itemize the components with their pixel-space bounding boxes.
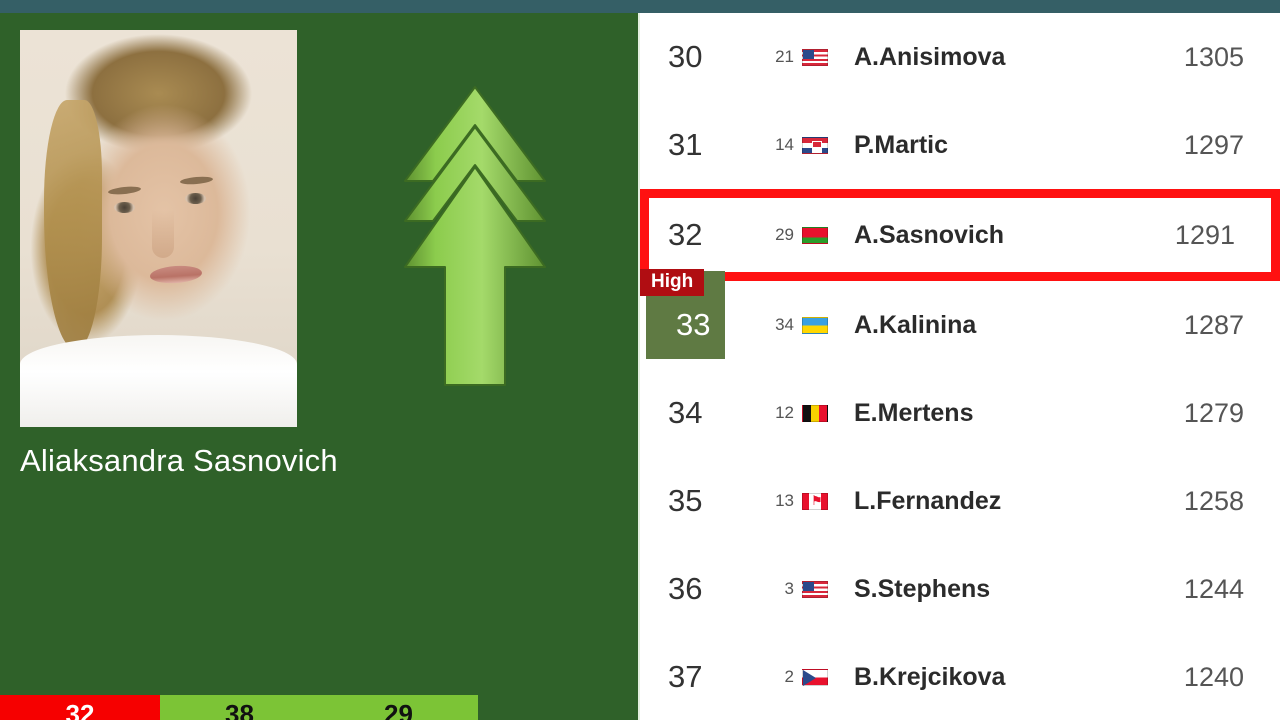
stat-current-rank: 32 [0,695,160,720]
row-player-name[interactable]: B.Krejcikova [850,663,1124,692]
row-secondary-number: 29 [775,225,794,244]
row-rank: 36 [668,571,703,606]
flag-belgium-icon [802,404,828,422]
table-row[interactable]: 32 29 A.Sasnovich 1291 [640,189,1280,281]
flag-croatia-icon [802,136,828,154]
row-rank: 31 [668,127,703,162]
row-rank: 30 [668,39,703,74]
photo-brow-left [107,185,142,196]
status-badge: High [640,269,705,296]
flag-canada-icon [802,492,828,510]
flag-czechia-icon [802,668,828,686]
row-flag-cell [802,226,850,244]
row-flag-cell [802,48,850,66]
row-points: 1305 [1183,41,1244,72]
table-row[interactable]: 37 2 B.Krejcikova 1240 [640,633,1280,720]
row-rank: 34 [668,395,703,430]
row-points: 1291 [1174,219,1235,250]
row-flag-cell [802,668,850,686]
row-player-name[interactable]: S.Stephens [850,575,1124,604]
player-panel: Aliaksandra Sasnovich 32 38 29 [0,13,638,720]
row-player-name[interactable]: A.Anisimova [850,43,1124,72]
row-flag-cell [802,580,850,598]
row-points: 1279 [1183,397,1244,428]
row-points: 1297 [1183,129,1244,160]
row-rank: 33 [676,307,711,342]
row-flag-cell [802,136,850,154]
photo-eye-right [185,193,206,204]
table-row[interactable]: 35 13 L.Fernandez 1258 [640,457,1280,545]
row-player-name[interactable]: L.Fernandez [850,487,1124,516]
row-secondary-number: 21 [775,47,794,66]
row-secondary-number: 14 [775,135,794,154]
table-row[interactable]: 30 21 A.Anisimova 1305 [640,13,1280,101]
row-points: 1240 [1183,661,1244,692]
photo-eye-left [114,202,135,213]
row-secondary-number: 12 [775,403,794,422]
row-player-name[interactable]: E.Mertens [850,399,1124,428]
photo-hair [44,100,102,350]
row-points: 1244 [1183,573,1244,604]
row-player-name[interactable]: A.Kalinina [850,311,1124,340]
table-row[interactable]: High 33 34 A.Kalinina 1287 [640,269,1280,369]
table-row[interactable]: 34 12 E.Mertens 1279 [640,369,1280,457]
row-secondary-number: 13 [775,491,794,510]
triple-chevron-up-arrow-icon [393,85,558,405]
row-points: 1287 [1183,309,1244,340]
row-points: 1258 [1183,485,1244,516]
ranking-table: 30 21 A.Anisimova 1305 31 14 P.Martic 1297 32 29 A… [638,13,1280,720]
top-accent-strip [0,0,1280,13]
player-photo [20,30,297,427]
flag-belarus-icon [802,226,828,244]
flag-usa-icon [802,580,828,598]
row-flag-cell [802,492,850,510]
player-photo-image [20,30,297,427]
row-secondary-number: 2 [784,667,794,686]
stat-value-middle: 38 [225,698,254,720]
row-secondary-number: 3 [784,579,794,598]
table-row[interactable]: 36 3 S.Stephens 1244 [640,545,1280,633]
page-title: Aliaksandra Sasnovich [20,443,338,478]
photo-mouth [149,264,203,285]
row-flag-cell [802,316,850,334]
flag-usa-icon [802,48,828,66]
row-secondary-number: 34 [775,315,794,334]
flag-ukraine-icon [802,316,828,334]
stat-bar: 32 38 29 [0,695,478,720]
row-rank: 35 [668,483,703,518]
row-player-name[interactable]: P.Martic [850,131,1124,160]
row-player-name[interactable]: A.Sasnovich [850,221,1115,250]
stat-values: 38 29 [160,695,478,720]
row-rank: 32 [668,217,703,252]
table-row[interactable]: 31 14 P.Martic 1297 [640,101,1280,189]
app-root: Aliaksandra Sasnovich 32 38 29 30 21 A.A… [0,0,1280,720]
row-flag-cell [802,404,850,422]
row-rank: 37 [668,659,703,694]
photo-shirt [20,335,297,427]
photo-brow-right [179,175,214,186]
photo-nose [152,210,174,258]
stat-value-right: 29 [384,698,413,720]
